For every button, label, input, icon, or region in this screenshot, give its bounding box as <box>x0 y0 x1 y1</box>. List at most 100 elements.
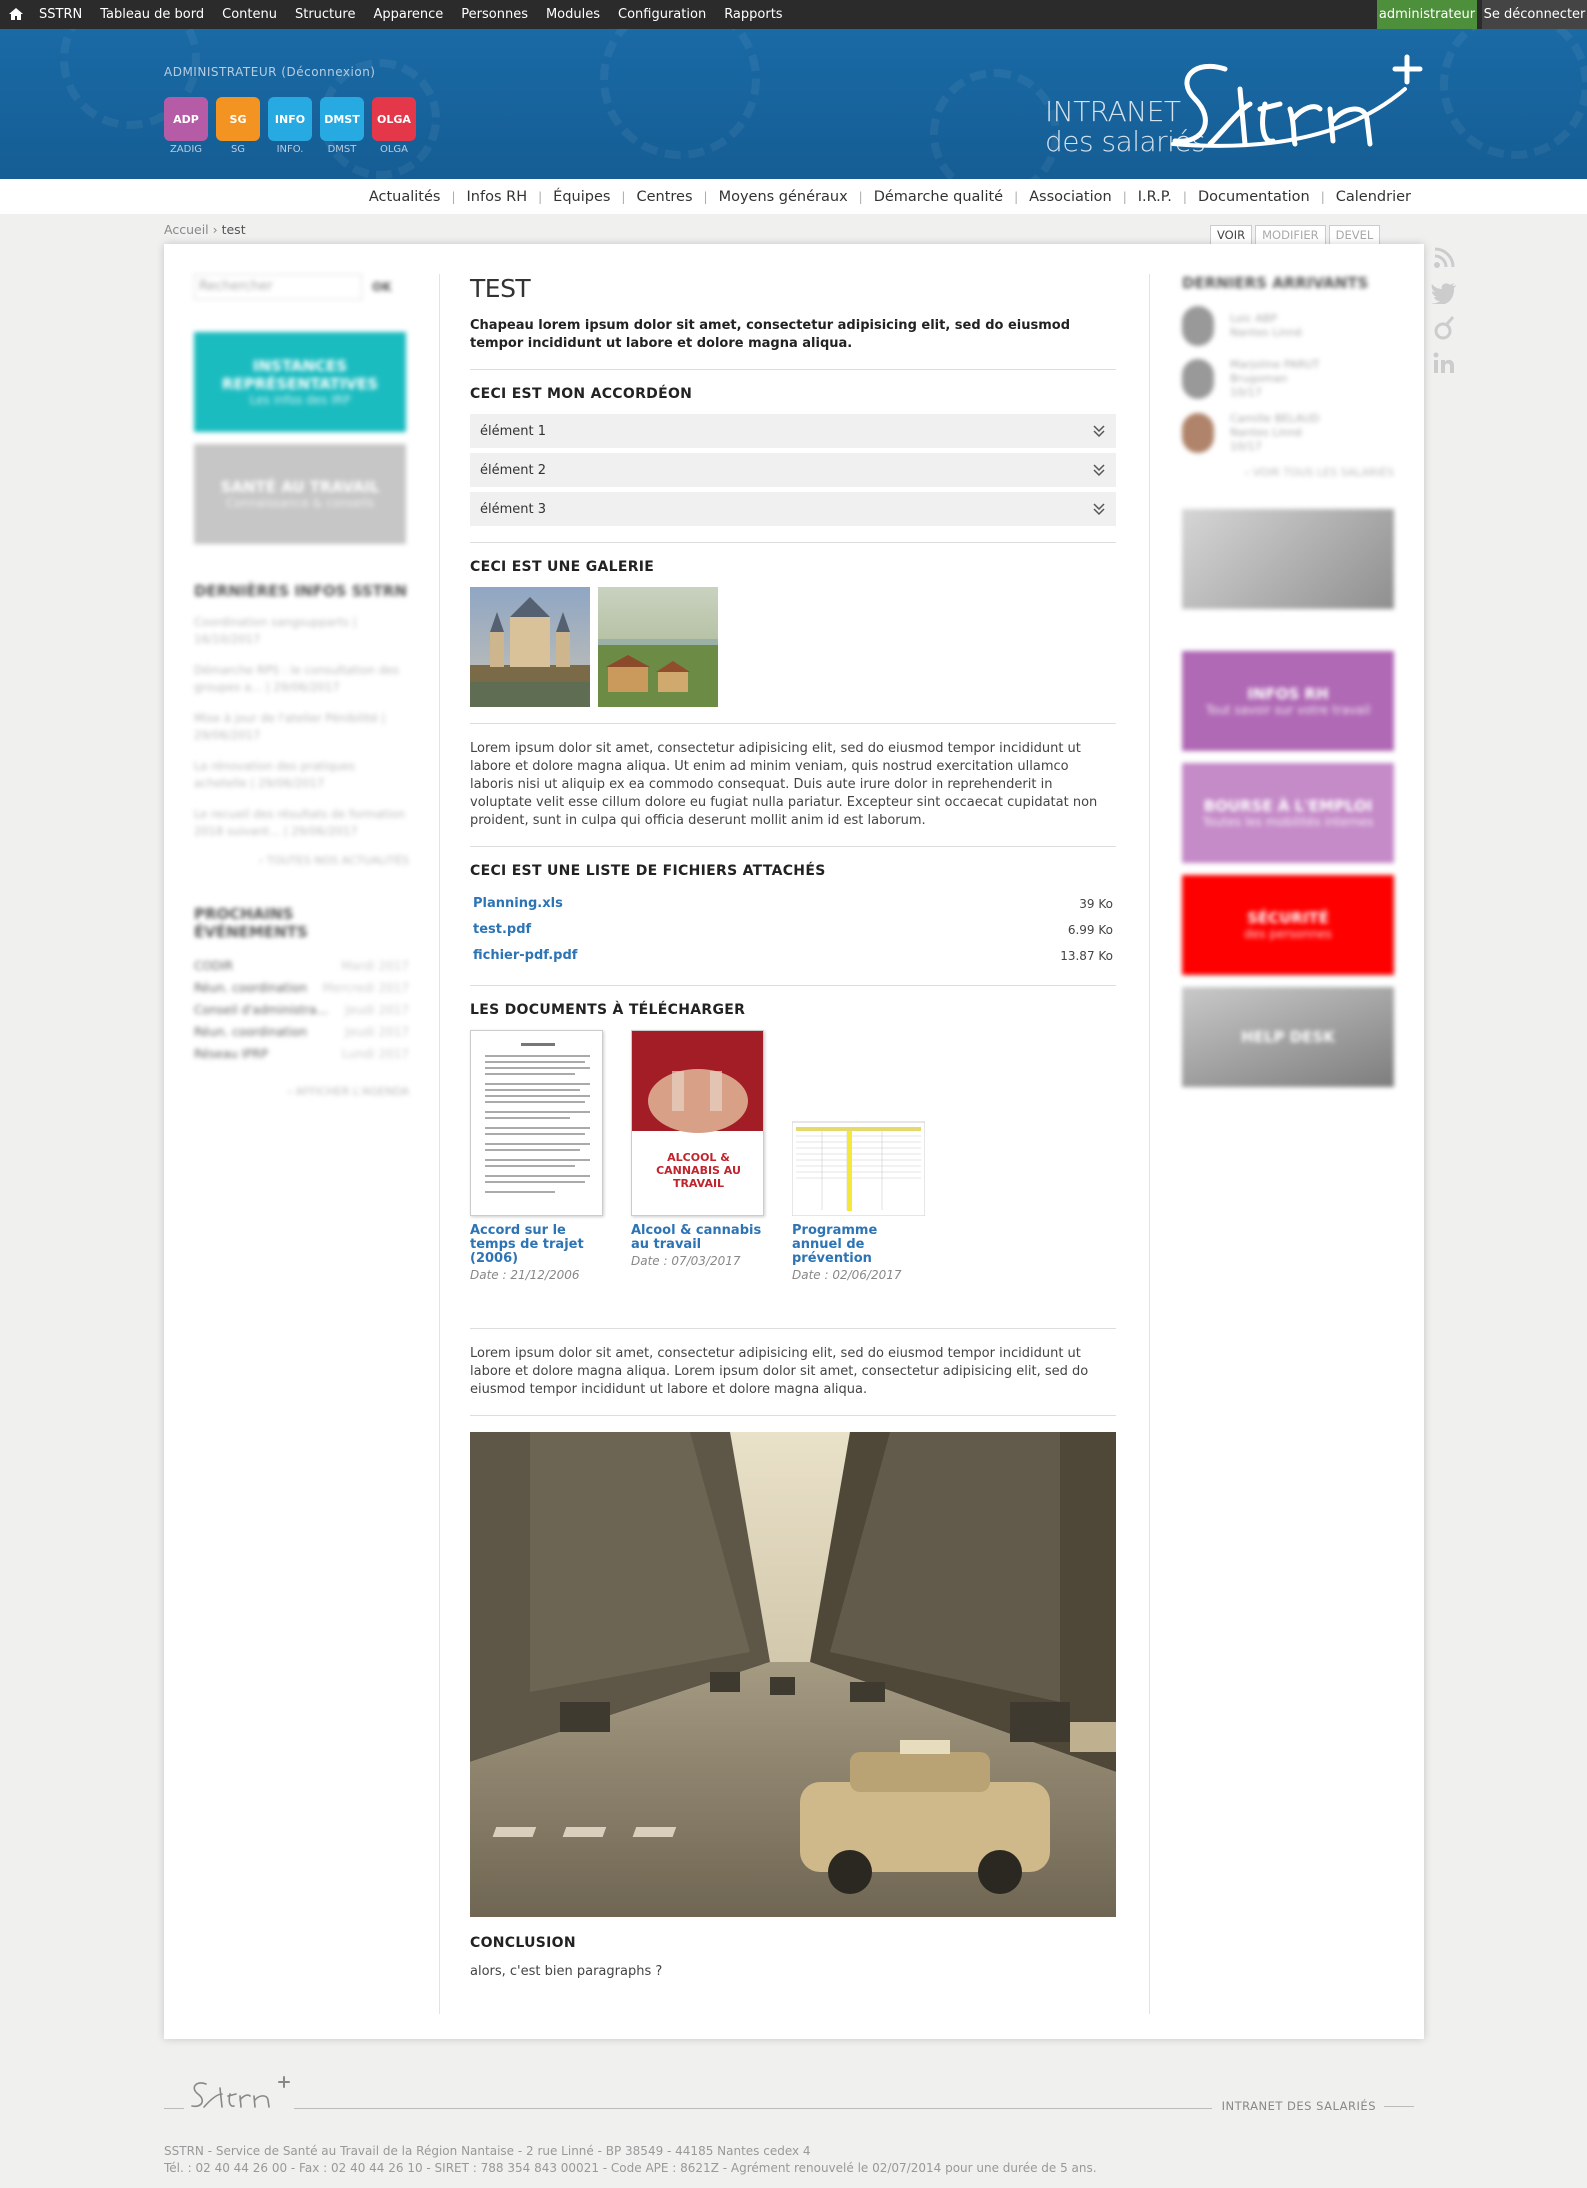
nav-centres[interactable]: Centres <box>625 189 703 205</box>
document-thumbnail: ALCOOL & CANNABIS AU TRAVAIL <box>631 1030 764 1216</box>
event-item[interactable]: Conseil d'administra... Jeudi 2017 <box>194 999 409 1021</box>
event-date: Jeudi 2017 <box>345 1003 409 1017</box>
admin-menu-item[interactable]: Configuration <box>609 0 715 29</box>
news-list: Coordination sangsupparts | 16/10/2017 D… <box>194 614 409 840</box>
logout-link[interactable]: Se déconnecter <box>1482 0 1587 29</box>
divider <box>470 369 1116 370</box>
main-content: TEST Chapeau lorem ipsum dolor sit amet,… <box>422 274 1116 1981</box>
block-securite[interactable]: SÉCURITÉ des personnes <box>1182 875 1394 975</box>
home-icon[interactable] <box>8 6 24 22</box>
news-item[interactable]: La rénovation des pratiques achetelle | … <box>194 758 409 792</box>
event-item[interactable]: Réseau IPRP Lundi 2017 <box>194 1043 409 1065</box>
employee-place: Brugoman <box>1230 372 1288 385</box>
content-card: Rechercher OK INSTANCES REPRÉSENTATIVES … <box>164 244 1424 2039</box>
viadeo-icon[interactable] <box>1430 314 1458 342</box>
nav-actualites[interactable]: Actualités <box>358 189 452 205</box>
linkedin-icon[interactable] <box>1430 349 1458 377</box>
background-gear-decoration <box>600 29 760 159</box>
twitter-icon[interactable] <box>1430 279 1458 307</box>
block-infos-rh[interactable]: INFOS RH Tout savoir sur votre travail <box>1182 651 1394 751</box>
nav-infos-rh[interactable]: Infos RH <box>456 189 539 205</box>
all-employees-link[interactable]: › VOIR TOUS LES SALARIÉS <box>1182 466 1394 479</box>
events-heading: PROCHAINS ÉVÉNEMENTS <box>194 905 308 941</box>
news-item[interactable]: Mise à jour de l'atelier Pénibilité | 29… <box>194 710 409 744</box>
app-label: OLGA <box>379 144 409 155</box>
nav-equipes[interactable]: Équipes <box>542 189 621 205</box>
tab-voir[interactable]: VOIR <box>1210 225 1253 244</box>
background-gear-decoration <box>930 69 1060 179</box>
admin-menu-item[interactable]: Tableau de bord <box>91 0 213 29</box>
event-item[interactable]: CODIR Mardi 2017 <box>194 955 409 977</box>
admin-menu-item[interactable]: Contenu <box>213 0 286 29</box>
new-employee[interactable]: Marjoline PARUT Brugoman 10/17 <box>1182 358 1394 400</box>
block-subtitle: Connaissance & conseils <box>225 496 375 510</box>
download-item[interactable]: Programme annuel de prévention Date : 02… <box>792 1030 925 1282</box>
sstrn-logo[interactable] <box>1155 49 1430 169</box>
attachment-link[interactable]: test.pdf <box>473 917 531 943</box>
all-news-link[interactable]: › TOUTES NOS ACTUALITÉS <box>194 854 409 867</box>
block-help-desk[interactable]: HELP DESK <box>1182 987 1394 1087</box>
tab-devel[interactable]: DEVEL <box>1328 225 1381 244</box>
news-item[interactable]: Le recueil des résultats de formation 20… <box>194 806 409 840</box>
tab-modifier[interactable]: MODIFIER <box>1255 225 1326 244</box>
admin-menu-item[interactable]: Personnes <box>452 0 537 29</box>
event-item[interactable]: Réun. coordination Mercredi 2017 <box>194 977 409 999</box>
download-title[interactable]: Programme annuel de prévention <box>792 1224 925 1266</box>
nav-calendrier[interactable]: Calendrier <box>1325 189 1422 205</box>
attachment-link[interactable]: fichier-pdf.pdf <box>473 943 577 969</box>
admin-menu-item[interactable]: Apparence <box>364 0 452 29</box>
avatar <box>1182 306 1214 346</box>
app-label: ZADIG <box>169 144 203 155</box>
admin-menu-item[interactable]: SSTRN <box>30 0 91 29</box>
nav-irp[interactable]: I.R.P. <box>1127 189 1183 205</box>
conclusion-heading: CONCLUSION <box>470 1935 576 1951</box>
app-shortcut-dmst[interactable]: DMST DMST <box>320 97 364 155</box>
gallery-heading: CECI EST UNE GALERIE <box>470 559 655 575</box>
new-employee[interactable]: Loic ABP Nantes Linné <box>1182 306 1394 346</box>
app-shortcut-sg[interactable]: SG SG <box>216 97 260 155</box>
search-form: Rechercher OK <box>194 274 409 300</box>
new-employee[interactable]: Camille BELAUD Nantes Linné 10/17 <box>1182 412 1394 454</box>
gallery-image-landscape[interactable] <box>598 587 718 707</box>
accordion-item[interactable]: élément 3 <box>470 492 1116 526</box>
app-shortcut-olga[interactable]: OLGA OLGA <box>372 97 416 155</box>
accordion-item[interactable]: élément 1 <box>470 414 1116 448</box>
admin-menu-item[interactable]: Modules <box>537 0 609 29</box>
block-sante-au-travail[interactable]: SANTÉ AU TRAVAIL Connaissance & conseils <box>194 444 406 544</box>
admin-menu-item[interactable]: Rapports <box>715 0 791 29</box>
block-bourse-emploi[interactable]: BOURSE À L'EMPLOI Toutes les mobilités i… <box>1182 763 1394 863</box>
event-date: Mercredi 2017 <box>322 981 409 995</box>
admin-menu-item[interactable]: Structure <box>286 0 364 29</box>
block-title: HELP DESK <box>1241 1028 1335 1046</box>
event-item[interactable]: Réun. coordination Jeudi 2017 <box>194 1021 409 1043</box>
search-submit-button[interactable]: OK <box>372 280 392 294</box>
download-item[interactable]: ALCOOL & CANNABIS AU TRAVAIL Alcool & ca… <box>631 1030 764 1282</box>
app-shortcut-zadig[interactable]: ADP ZADIG <box>164 97 208 155</box>
nav-association[interactable]: Association <box>1018 189 1123 205</box>
agenda-link[interactable]: › AFFICHER L'AGENDA <box>194 1085 409 1098</box>
accordion-item[interactable]: élément 2 <box>470 453 1116 487</box>
deconnexion-link[interactable]: (Déconnexion) <box>281 65 375 79</box>
block-instances-representatives[interactable]: INSTANCES REPRÉSENTATIVES Les infos des … <box>194 332 406 432</box>
user-account-link[interactable]: administrateur <box>1377 0 1477 29</box>
news-item[interactable]: Démarche RPS : le consultation des group… <box>194 662 409 696</box>
download-item[interactable]: Accord sur le temps de trajet (2006) Dat… <box>470 1030 603 1282</box>
attachment-link[interactable]: Planning.xls <box>473 891 563 917</box>
accordion-heading: CECI EST MON ACCORDÉON <box>470 386 693 402</box>
calendar-promo-image[interactable] <box>1182 509 1394 609</box>
nav-moyens-generaux[interactable]: Moyens généraux <box>708 189 859 205</box>
app-shortcut-info[interactable]: INFO INFO. <box>268 97 312 155</box>
download-title[interactable]: Alcool & cannabis au travail <box>631 1224 764 1252</box>
news-item[interactable]: Coordination sangsupparts | 16/10/2017 <box>194 614 409 648</box>
city-street-photo <box>422 1432 1116 1917</box>
nav-documentation[interactable]: Documentation <box>1187 189 1321 205</box>
search-input[interactable]: Rechercher <box>194 274 362 300</box>
rss-icon[interactable] <box>1430 244 1458 272</box>
nav-demarche-qualite[interactable]: Démarche qualité <box>863 189 1014 205</box>
gallery-image-castle[interactable] <box>470 587 590 707</box>
footer-contact-line: Tél. : 02 40 44 26 00 - Fax : 02 40 44 2… <box>164 2161 1097 2175</box>
breadcrumb-home[interactable]: Accueil <box>164 222 209 237</box>
download-title[interactable]: Accord sur le temps de trajet (2006) <box>470 1224 603 1266</box>
medical-folder-app-icon: DMST <box>320 97 364 141</box>
divider <box>470 542 1116 543</box>
